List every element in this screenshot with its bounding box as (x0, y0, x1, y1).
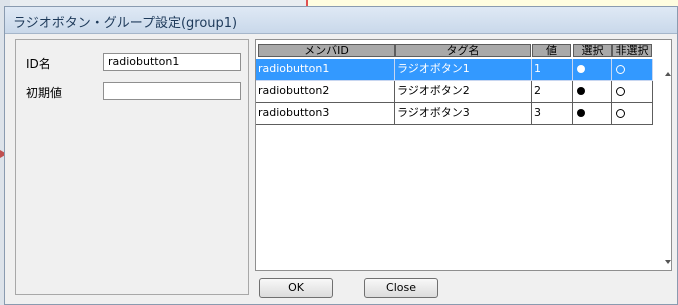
ok-button[interactable]: OK (259, 278, 333, 298)
unselect-cell[interactable] (612, 59, 653, 81)
initial-value-field[interactable] (103, 82, 241, 100)
select-cell[interactable] (573, 81, 612, 103)
unselect-marker-icon (616, 86, 625, 96)
member-id-cell[interactable]: radiobutton1 (256, 59, 395, 81)
id-name-label: ID名 (26, 57, 51, 71)
select-cell[interactable] (573, 103, 612, 125)
vertical-scrollbar[interactable] (663, 62, 673, 270)
value-cell[interactable]: 3 (532, 103, 573, 125)
radio-group-dialog: ラジオボタン・グループ設定(group1) ID名 radiobutton1 初… (4, 6, 678, 305)
properties-panel: ID名 radiobutton1 初期値 (15, 39, 249, 295)
member-id-cell[interactable]: radiobutton3 (256, 103, 395, 125)
tag-name-cell[interactable]: ラジオボタン2 (395, 81, 532, 103)
column-header-tag-name[interactable]: タグ名 (395, 44, 531, 57)
scroll-down-icon[interactable] (665, 260, 671, 264)
title-bar[interactable]: ラジオボタン・グループ設定(group1) (5, 7, 677, 34)
select-cell[interactable] (573, 59, 612, 81)
id-name-field[interactable]: radiobutton1 (103, 53, 241, 71)
tag-name-cell[interactable]: ラジオボタン1 (395, 59, 532, 81)
select-marker-icon (577, 87, 585, 95)
column-header-select[interactable]: 選択 (573, 44, 612, 57)
column-header-value[interactable]: 値 (532, 44, 571, 57)
value-cell[interactable]: 1 (532, 59, 573, 81)
member-table: メンバID タグ名 値 選択 非選択 radiobutton1 ラジオボタン1 … (255, 39, 672, 271)
tag-name-cell[interactable]: ラジオボタン3 (395, 103, 532, 125)
unselect-marker-icon (616, 108, 625, 118)
dialog-title: ラジオボタン・グループ設定(group1) (13, 16, 238, 31)
select-marker-icon (577, 65, 585, 73)
member-id-cell[interactable]: radiobutton2 (256, 81, 395, 103)
scroll-up-icon[interactable] (665, 72, 671, 76)
column-header-unselect[interactable]: 非選択 (612, 44, 652, 57)
unselect-cell[interactable] (612, 81, 653, 103)
value-cell[interactable]: 2 (532, 81, 573, 103)
select-marker-icon (577, 109, 585, 117)
close-button[interactable]: Close (364, 278, 438, 298)
column-header-member-id[interactable]: メンバID (258, 44, 395, 57)
unselect-marker-icon (616, 64, 625, 74)
unselect-cell[interactable] (612, 103, 653, 125)
initial-value-label: 初期値 (26, 86, 63, 100)
